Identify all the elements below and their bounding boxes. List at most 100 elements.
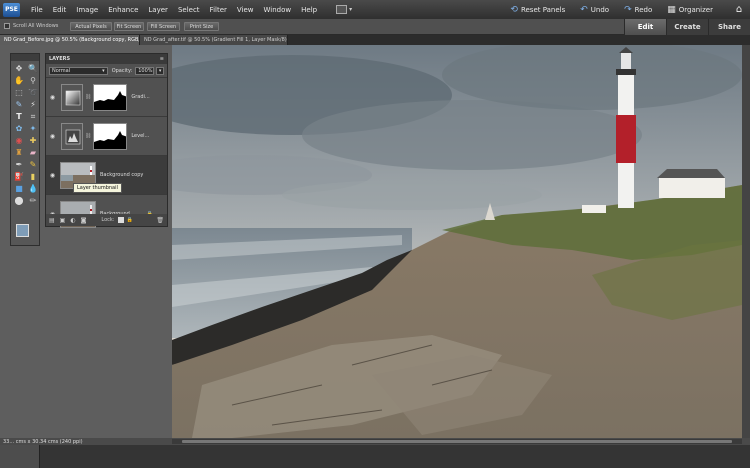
gradient-tool-icon[interactable]: ▮ xyxy=(26,171,40,182)
levels-adjustment-thumbnail[interactable] xyxy=(61,122,83,150)
menu-view[interactable]: View xyxy=(232,6,259,14)
smart-brush-tool-icon[interactable]: ✎ xyxy=(26,159,40,170)
fit-screen-button[interactable]: Fit Screen xyxy=(114,22,144,31)
vertical-scrollbar[interactable] xyxy=(742,45,750,438)
lighthouse-photo xyxy=(172,45,742,438)
quick-selection-tool-icon[interactable]: ✎ xyxy=(12,99,26,110)
menu-enhance[interactable]: Enhance xyxy=(103,6,143,14)
layers-panel: LAYERS ≡ Normal ▾ Opacity: 100% ▾ ◉ ⛓ Gr… xyxy=(45,53,168,228)
layer-row-background-copy[interactable]: ◉ Background copy Layer thumbnail xyxy=(46,155,167,194)
menu-layer[interactable]: Layer xyxy=(143,6,173,14)
new-layer-icon[interactable]: ▤ xyxy=(49,217,55,224)
reset-panels-button[interactable]: ⟲ Reset Panels xyxy=(510,5,565,15)
menu-image[interactable]: Image xyxy=(71,6,103,14)
scroll-all-windows-checkbox[interactable]: Scroll All Windows xyxy=(4,23,58,29)
menu-file[interactable]: File xyxy=(26,6,48,14)
move-tool-icon[interactable]: ✥ xyxy=(12,63,26,74)
layer-row-gradient[interactable]: ◉ ⛓ Gradi... xyxy=(46,77,167,116)
eyedropper-tool-icon[interactable]: ⚲ xyxy=(26,75,40,86)
document-size-status: 33... cms x 30.34 cms (240 ppi) xyxy=(3,438,83,445)
red-eye-tool-icon[interactable]: ◉ xyxy=(12,135,26,146)
blur-tool-icon[interactable]: 💧 xyxy=(26,183,40,194)
levels-layer-mask-thumbnail[interactable] xyxy=(93,122,128,150)
link-icon: ⛓ xyxy=(85,133,92,139)
layer-mask-icon[interactable]: ◙ xyxy=(81,217,87,224)
sponge-tool-icon[interactable]: ⬤ xyxy=(12,195,26,206)
lock-all-icon[interactable]: 🔒 xyxy=(127,217,133,223)
undo-icon: ↶ xyxy=(580,4,588,15)
organizer-button[interactable]: ▦ Organizer xyxy=(667,5,713,15)
layer-row-levels[interactable]: ◉ ⛓ Level... xyxy=(46,116,167,155)
eraser-tool-icon[interactable]: ▰ xyxy=(26,147,40,158)
marquee-tool-icon[interactable]: ⬚ xyxy=(12,87,26,98)
doc-tab-after[interactable]: ND Grad_after.tif @ 50.5% (Gradient Fill… xyxy=(140,35,288,45)
blend-mode-select[interactable]: Normal ▾ xyxy=(49,66,108,75)
menu-window[interactable]: Window xyxy=(259,6,297,14)
cookie-cutter-tool-icon[interactable]: ✦ xyxy=(26,123,40,134)
foreground-color-swatch[interactable] xyxy=(16,224,29,237)
brush-tool-icon[interactable]: ✒ xyxy=(12,159,26,170)
horizontal-scrollbar[interactable] xyxy=(172,439,742,444)
home-icon[interactable]: ⌂ xyxy=(728,4,750,15)
recompose-tool-icon[interactable]: ✿ xyxy=(12,123,26,134)
project-bin xyxy=(0,445,750,468)
adjustment-layer-icon[interactable]: ◐ xyxy=(70,217,75,224)
tab-share[interactable]: Share xyxy=(708,19,750,35)
actual-pixels-button[interactable]: Actual Pixels xyxy=(70,22,112,31)
undo-button[interactable]: ↶ Undo xyxy=(580,5,609,15)
trash-icon[interactable]: 🗑 xyxy=(156,217,164,224)
panel-menu-icon[interactable]: ≡ xyxy=(160,56,164,62)
checkbox-icon xyxy=(4,23,10,29)
paint-bucket-tool-icon[interactable]: ⛽ xyxy=(12,171,26,182)
gradient-adjustment-thumbnail[interactable] xyxy=(61,83,83,111)
gradient-layer-mask-thumbnail[interactable] xyxy=(93,83,128,111)
tab-create[interactable]: Create xyxy=(666,19,708,35)
hand-tool-icon[interactable]: ✋ xyxy=(12,75,26,86)
eye-icon[interactable]: ◉ xyxy=(48,94,57,101)
lock-transparency-checkbox[interactable] xyxy=(117,217,124,223)
crop-tool-icon[interactable]: ⌗ xyxy=(26,111,40,122)
type-tool-icon[interactable]: T xyxy=(12,111,26,122)
redo-label: Redo xyxy=(634,5,653,14)
organizer-icon: ▦ xyxy=(667,4,676,15)
new-group-icon[interactable]: ▣ xyxy=(60,217,66,224)
organizer-label: Organizer xyxy=(678,5,713,14)
layer-name: Level... xyxy=(131,133,150,139)
spot-healing-tool-icon[interactable]: ✚ xyxy=(26,135,40,146)
project-bin-side xyxy=(0,445,40,468)
menu-edit[interactable]: Edit xyxy=(48,6,72,14)
menu-select[interactable]: Select xyxy=(173,6,205,14)
doc-tab-before[interactable]: ND Grad_Before.jpg @ 50.5% (Background c… xyxy=(0,35,140,45)
opacity-input[interactable]: 100% xyxy=(135,66,155,75)
menu-filter[interactable]: Filter xyxy=(205,6,232,14)
mode-tabs: Edit Create Share xyxy=(624,19,750,35)
redo-icon: ↷ xyxy=(624,4,632,15)
link-icon: ⛓ xyxy=(85,94,92,100)
layers-panel-footer: ▤ ▣ ◐ ◙ Lock: 🔒 🗑 xyxy=(46,214,167,226)
pencil-tool-icon[interactable]: ✏ xyxy=(26,195,40,206)
scrollbar-thumb[interactable] xyxy=(182,440,732,443)
image-canvas[interactable] xyxy=(172,45,742,438)
layer-name: Gradi... xyxy=(131,94,150,100)
layer-thumbnail-tooltip: Layer thumbnail xyxy=(73,183,122,193)
eye-icon[interactable]: ◉ xyxy=(48,172,57,179)
menu-help[interactable]: Help xyxy=(296,6,322,14)
reset-icon: ⟲ xyxy=(510,4,518,15)
lasso-tool-icon[interactable]: ➰ xyxy=(26,87,40,98)
toolbox-header[interactable] xyxy=(11,54,39,61)
opacity-label: Opacity: xyxy=(111,67,133,74)
redo-button[interactable]: ↷ Redo xyxy=(624,5,652,15)
undo-label: Undo xyxy=(590,5,610,14)
chevron-down-icon[interactable]: ▾ xyxy=(349,6,352,13)
shape-tool-icon[interactable]: ■ xyxy=(12,183,26,194)
arrange-layout-icon[interactable] xyxy=(336,5,348,14)
eye-icon[interactable]: ◉ xyxy=(48,133,57,140)
layers-panel-title: LAYERS xyxy=(49,56,71,62)
zoom-tool-icon[interactable]: 🔍 xyxy=(26,63,40,74)
opacity-slider-toggle[interactable]: ▾ xyxy=(156,66,164,75)
tab-edit[interactable]: Edit xyxy=(624,19,666,35)
print-size-button[interactable]: Print Size xyxy=(184,22,219,31)
fill-screen-button[interactable]: Fill Screen xyxy=(147,22,180,31)
magic-wand-tool-icon[interactable]: ⚡ xyxy=(26,99,40,110)
clone-stamp-tool-icon[interactable]: ♜ xyxy=(12,147,26,158)
